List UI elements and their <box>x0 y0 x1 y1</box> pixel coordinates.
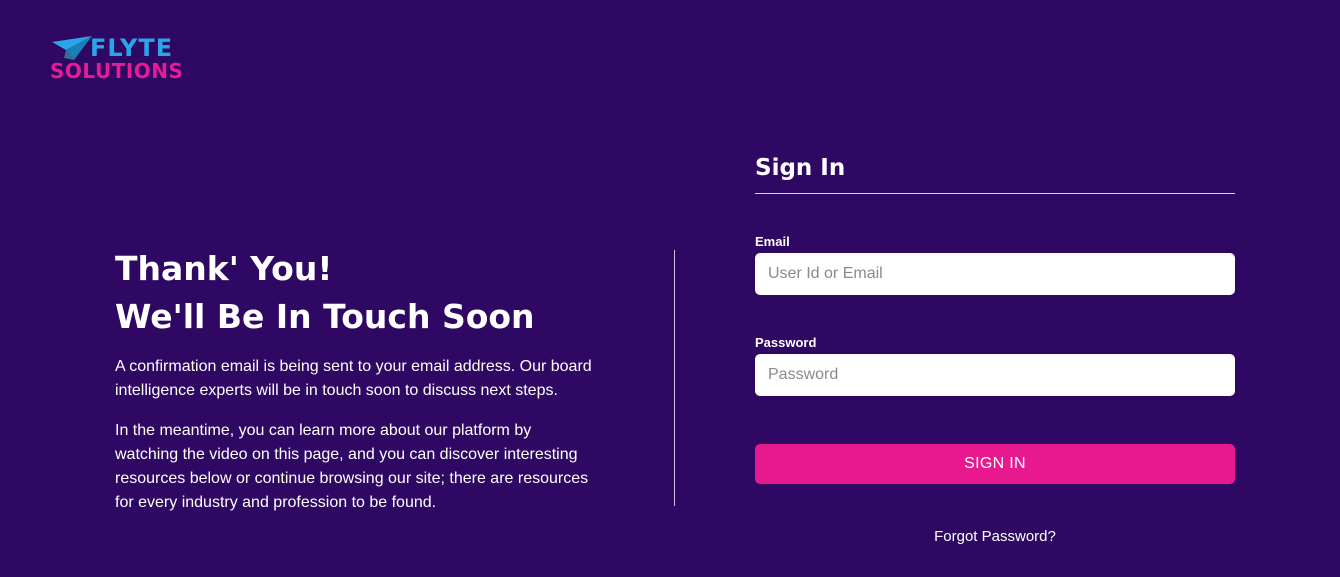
password-input[interactable] <box>755 354 1235 396</box>
logo-text-solutions: SOLUTIONS <box>50 59 184 83</box>
logo-text-flyte: FLYTE <box>90 34 174 62</box>
page: FLYTE SOLUTIONS Thank' You! We'll Be In … <box>0 0 1340 577</box>
email-label: Email <box>755 234 790 249</box>
touch-soon-heading: We'll Be In Touch Soon <box>115 297 535 336</box>
thank-you-heading: Thank' You! <box>115 249 333 288</box>
password-label: Password <box>755 335 817 350</box>
vertical-divider <box>674 250 675 506</box>
confirmation-section: Thank' You! We'll Be In Touch Soon A con… <box>115 245 605 515</box>
signin-button[interactable]: SIGN IN <box>755 444 1235 484</box>
meantime-paragraph: In the meantime, you can learn more abou… <box>115 422 589 511</box>
email-input[interactable] <box>755 253 1235 295</box>
forgot-password-link[interactable]: Forgot Password? <box>755 528 1235 545</box>
signin-title: Sign In <box>755 152 1235 194</box>
brand-logo[interactable]: FLYTE SOLUTIONS <box>50 34 200 86</box>
signin-form: Sign In Email Password SIGN IN Forgot Pa… <box>755 152 1235 545</box>
confirmation-paragraph: A confirmation email is being sent to yo… <box>115 358 592 399</box>
